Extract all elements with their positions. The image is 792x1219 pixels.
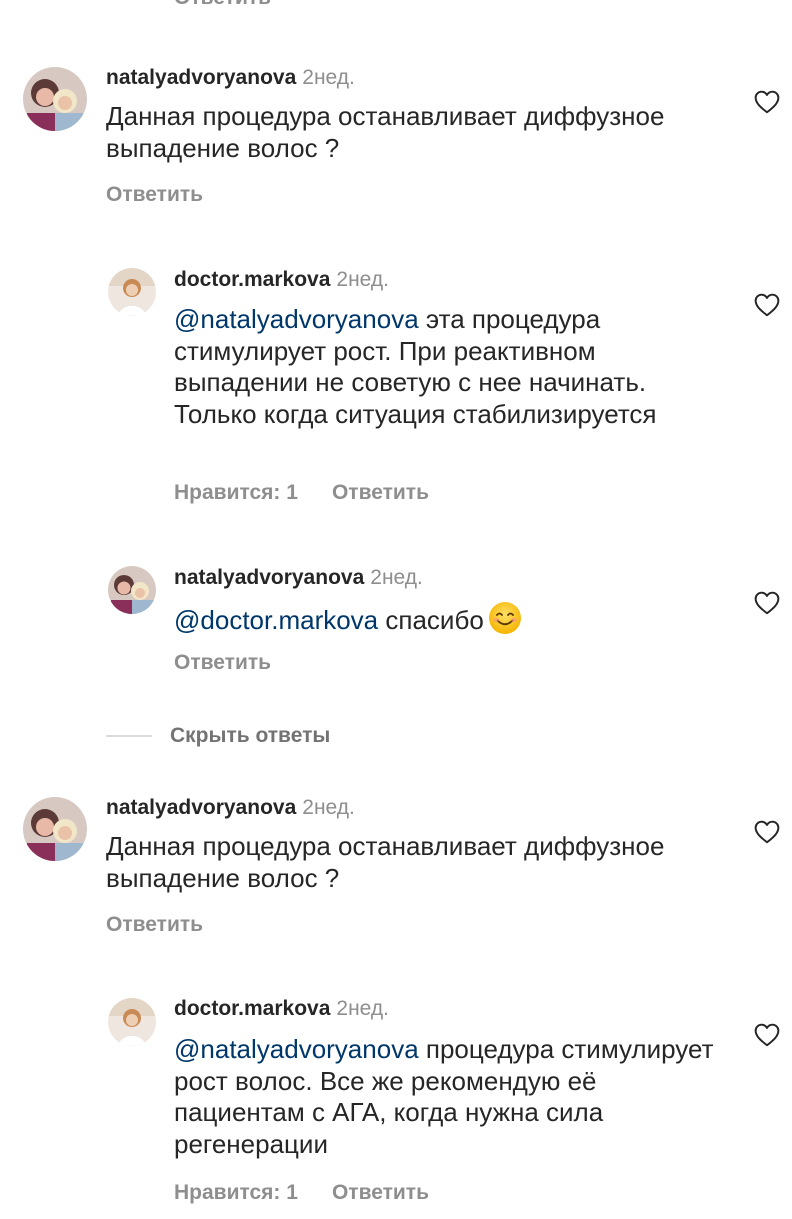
avatar[interactable]: [23, 797, 87, 861]
reply-button[interactable]: Ответить: [174, 0, 271, 10]
likes-count[interactable]: Нравится: 1: [174, 481, 298, 505]
comment-username[interactable]: natalyadvoryanova 2нед.: [174, 566, 423, 590]
comment-username[interactable]: natalyadvoryanova 2нед.: [106, 796, 355, 820]
comment-time: 2нед.: [370, 566, 423, 589]
comment-text: Данная процедура останавливает диффузное…: [106, 831, 665, 893]
heart-outline-icon[interactable]: [754, 820, 780, 844]
comment-username[interactable]: doctor.markova 2нед.: [174, 268, 389, 292]
likes-count[interactable]: Нравится: 1: [174, 1181, 298, 1205]
reply-button[interactable]: Ответить: [106, 913, 203, 937]
hide-replies-button[interactable]: Скрыть ответы: [170, 724, 330, 748]
heart-outline-icon[interactable]: [754, 90, 780, 114]
comment-text: @natalyadvoryanova эта процедура стимули…: [174, 304, 734, 430]
comment-username[interactable]: natalyadvoryanova 2нед.: [106, 66, 355, 90]
reply-button[interactable]: Ответить: [106, 183, 203, 207]
reply-button[interactable]: Ответить: [332, 1181, 429, 1205]
avatar[interactable]: [108, 268, 156, 316]
reply-button[interactable]: Ответить: [332, 481, 429, 505]
mention-link[interactable]: @doctor.markova: [174, 605, 378, 635]
avatar[interactable]: [108, 566, 156, 614]
avatar[interactable]: [23, 67, 87, 131]
comment-username[interactable]: doctor.markova 2нед.: [174, 997, 389, 1021]
reply-button[interactable]: Ответить: [174, 651, 271, 675]
comment-body: спасибо: [385, 605, 484, 635]
hide-replies-divider: [106, 735, 152, 737]
heart-outline-icon[interactable]: [754, 591, 780, 615]
comment-time: 2нед.: [336, 268, 389, 291]
heart-outline-icon[interactable]: [754, 293, 780, 317]
comment-text: Данная процедура останавливает диффузное…: [106, 101, 665, 163]
avatar[interactable]: [108, 998, 156, 1046]
comment-text: @natalyadvoryanova процедура стимулирует…: [174, 1034, 734, 1160]
mention-link[interactable]: @natalyadvoryanova: [174, 1034, 419, 1064]
comment-time: 2нед.: [302, 66, 355, 89]
heart-outline-icon[interactable]: [754, 1023, 780, 1047]
comment-text: @doctor.markova спасибо: [174, 601, 734, 637]
comment-time: 2нед.: [302, 796, 355, 819]
comment-time: 2нед.: [336, 997, 389, 1020]
mention-link[interactable]: @natalyadvoryanova: [174, 304, 419, 334]
smiling-face-emoji-icon: [488, 601, 522, 635]
